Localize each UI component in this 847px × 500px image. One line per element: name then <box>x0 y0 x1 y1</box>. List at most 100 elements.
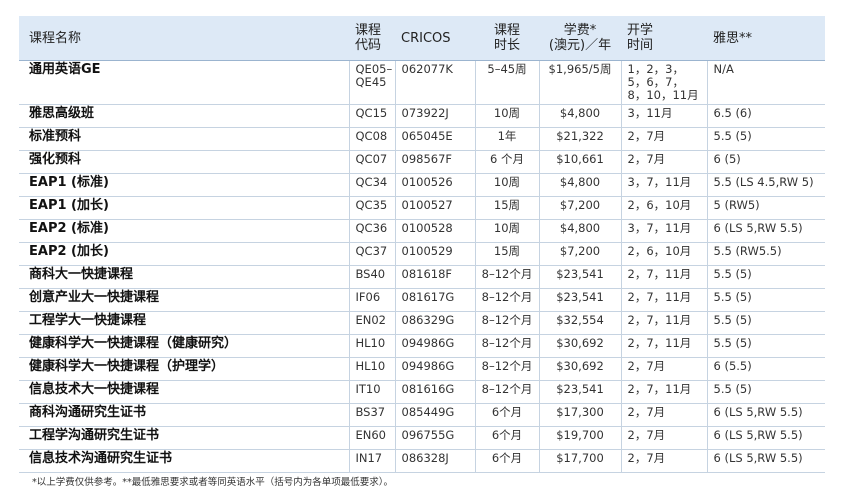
ielts-cell: 6 (LS 5,RW 5.5) <box>706 403 825 427</box>
table-row: 标准预科 QC08 065045E 1年 $21,322 2，7月 5.5 (5) <box>19 127 825 151</box>
header-tuition-fee: 学费* (澳元)／年 <box>539 16 621 61</box>
tuition-fee-cell: $1,965/5周 <box>538 60 621 105</box>
cricos-cell: 086328J <box>394 449 475 473</box>
course-code-cell: QC35 <box>348 196 395 220</box>
table-row: EAP2 (加长) QC37 0100529 15周 $7,200 2，6，10月 5.5 … <box>19 242 825 266</box>
duration-cell: 10周 <box>474 104 539 128</box>
cricos-cell: 062077K <box>394 60 475 105</box>
header-cricos: CRICOS <box>395 16 475 61</box>
header-start-line2: 时间 <box>627 38 654 53</box>
start-date-cell: 1，2，3，5，6，7，8，10，11月 <box>620 60 707 105</box>
course-name-cell: 健康科学大一快捷课程（护理学） <box>19 357 349 381</box>
ielts-cell: 6.5 (6) <box>706 104 825 128</box>
ielts-cell: 6 (LS 5,RW 5.5) <box>706 219 825 243</box>
course-code-cell: QC15 <box>348 104 395 128</box>
header-fee-line1: 学费* <box>563 23 597 38</box>
tuition-fee-cell: $4,800 <box>538 219 621 243</box>
start-date-cell: 2，6，10月 <box>620 196 707 220</box>
duration-cell: 6个月 <box>474 403 539 427</box>
tuition-fee-cell: $17,300 <box>538 403 621 427</box>
course-name-cell: EAP1 (加长) <box>19 196 349 220</box>
tuition-fee-cell: $23,541 <box>538 288 621 312</box>
duration-cell: 5–45周 <box>474 60 539 105</box>
ielts-cell: 5.5 (5) <box>706 265 825 289</box>
course-code-cell: QC34 <box>348 173 395 197</box>
course-code-cell: BS40 <box>348 265 395 289</box>
table-row: 创意产业大一快捷课程 IF06 081617G 8–12个月 $23,541 2，7，11… <box>19 288 825 312</box>
course-name-cell: 雅思高级班 <box>19 104 349 128</box>
start-date-cell: 2，7，11月 <box>620 334 707 358</box>
ielts-cell: 5.5 (5) <box>706 127 825 151</box>
header-course-code-line1: 课程 <box>355 23 382 38</box>
tuition-fee-cell: $30,692 <box>538 334 621 358</box>
cricos-cell: 073922J <box>394 104 475 128</box>
ielts-cell: 5.5 (5) <box>706 380 825 404</box>
table-row: 强化预科 QC07 098567F 6 个月 $10,661 2，7月 6 (5) <box>19 150 825 174</box>
duration-cell: 1年 <box>474 127 539 151</box>
table-row: 健康科学大一快捷课程（护理学） HL10 094986G 8–12个月 $30,692 2… <box>19 357 825 381</box>
course-code-cell: IT10 <box>348 380 395 404</box>
header-duration-line2: 时长 <box>493 38 520 53</box>
ielts-cell: 5.5 (5) <box>706 334 825 358</box>
header-course-code: 课程 代码 <box>349 16 395 61</box>
header-start-date: 开学 时间 <box>621 16 707 61</box>
header-start-line1: 开学 <box>627 23 654 38</box>
tuition-fee-cell: $17,700 <box>538 449 621 473</box>
table-header: 课程名称 课程 代码 CRICOS 课程 时长 学费* (澳元)／年 开学 时间… <box>19 16 825 61</box>
cricos-cell: 065045E <box>394 127 475 151</box>
duration-cell: 8–12个月 <box>474 265 539 289</box>
ielts-cell: 5.5 (RW5.5) <box>706 242 825 266</box>
ielts-cell: 5.5 (5) <box>706 288 825 312</box>
cricos-cell: 086329G <box>394 311 475 335</box>
ielts-cell: 6 (5.5) <box>706 357 825 381</box>
start-date-cell: 2，7月 <box>620 449 707 473</box>
ielts-cell: 6 (LS 5,RW 5.5) <box>706 426 825 450</box>
course-name-cell: EAP1 (标准) <box>19 173 349 197</box>
course-name-cell: 商科大一快捷课程 <box>19 265 349 289</box>
cricos-cell: 098567F <box>394 150 475 174</box>
ielts-cell: 5 (RW5) <box>706 196 825 220</box>
course-code-cell: BS37 <box>348 403 395 427</box>
ielts-cell: 6 (LS 5,RW 5.5) <box>706 449 825 473</box>
start-date-cell: 2，6，10月 <box>620 242 707 266</box>
course-code-cell: QC37 <box>348 242 395 266</box>
table-row: 工程学大一快捷课程 EN02 086329G 8–12个月 $32,554 2，7，11月… <box>19 311 825 335</box>
course-code-cell: QC36 <box>348 219 395 243</box>
duration-cell: 8–12个月 <box>474 311 539 335</box>
cricos-cell: 0100529 <box>394 242 475 266</box>
tuition-fee-cell: $23,541 <box>538 380 621 404</box>
tuition-fee-cell: $4,800 <box>538 104 621 128</box>
course-code-cell: HL10 <box>348 334 395 358</box>
course-name-cell: EAP2 (加长) <box>19 242 349 266</box>
tuition-fee-cell: $7,200 <box>538 196 621 220</box>
start-date-cell: 2，7，11月 <box>620 380 707 404</box>
cricos-cell: 0100528 <box>394 219 475 243</box>
tuition-fee-cell: $32,554 <box>538 311 621 335</box>
course-code-cell: QE05–QE45 <box>348 60 395 105</box>
course-name-cell: EAP2 (标准) <box>19 219 349 243</box>
course-code-cell: QC07 <box>348 150 395 174</box>
course-name-cell: 信息技术大一快捷课程 <box>19 380 349 404</box>
cricos-cell: 094986G <box>394 334 475 358</box>
duration-cell: 10周 <box>474 219 539 243</box>
ielts-cell: 5.5 (5) <box>706 311 825 335</box>
course-name-cell: 创意产业大一快捷课程 <box>19 288 349 312</box>
header-course-name: 课程名称 <box>19 16 349 61</box>
start-date-cell: 3，7，11月 <box>620 219 707 243</box>
start-date-cell: 2，7月 <box>620 357 707 381</box>
course-code-cell: HL10 <box>348 357 395 381</box>
table-row: 商科沟通研究生证书 BS37 085449G 6个月 $17,300 2，7月 6 (LS … <box>19 403 825 427</box>
course-name-cell: 工程学沟通研究生证书 <box>19 426 349 450</box>
tuition-fee-cell: $21,322 <box>538 127 621 151</box>
cricos-cell: 081616G <box>394 380 475 404</box>
header-duration-line1: 课程 <box>493 23 520 38</box>
tuition-fee-cell: $30,692 <box>538 357 621 381</box>
start-date-cell: 2，7月 <box>620 426 707 450</box>
cricos-cell: 094986G <box>394 357 475 381</box>
table-row: 通用英语GE QE05–QE45 062077K 5–45周 $1,965/5周 1，2，… <box>19 60 825 105</box>
course-code-cell: IN17 <box>348 449 395 473</box>
cricos-cell: 081618F <box>394 265 475 289</box>
duration-cell: 6个月 <box>474 449 539 473</box>
tuition-fee-cell: $7,200 <box>538 242 621 266</box>
duration-cell: 6个月 <box>474 426 539 450</box>
